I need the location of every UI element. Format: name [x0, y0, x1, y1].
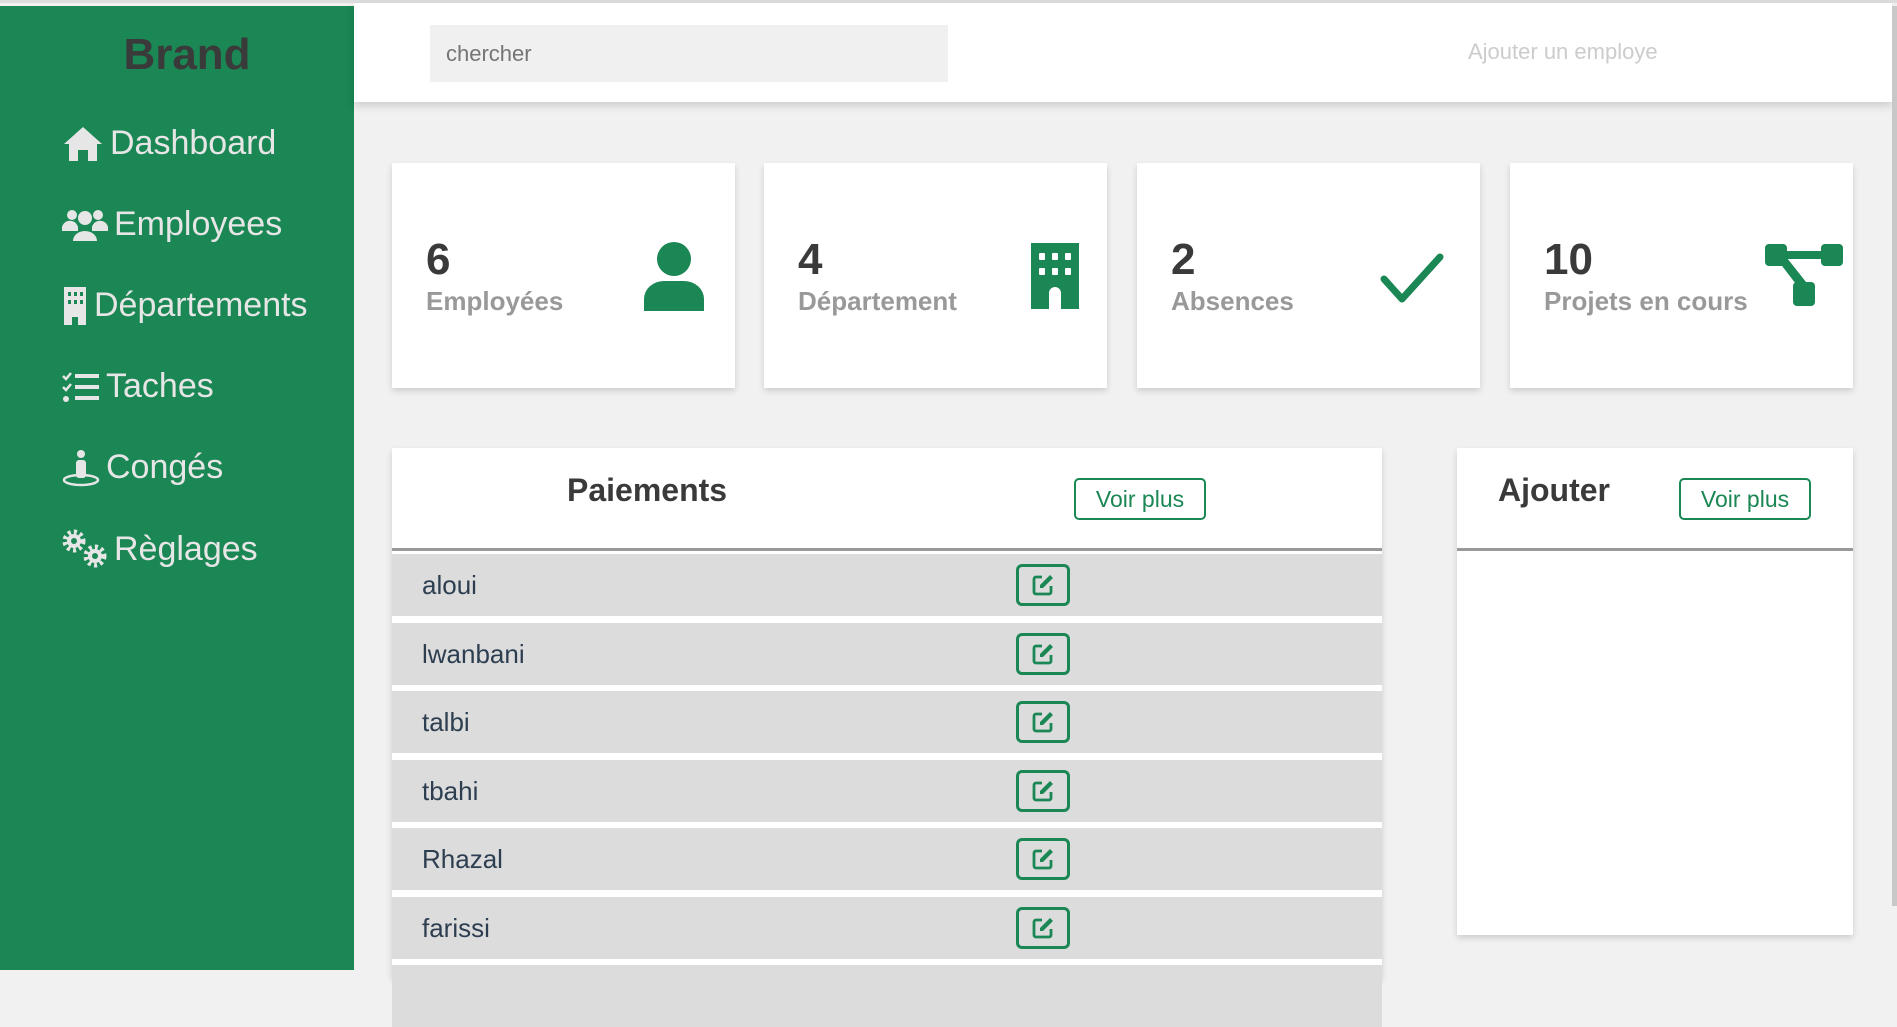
sidebar-item-departements[interactable]: Départements	[62, 286, 308, 325]
employee-name: talbi	[422, 707, 470, 737]
building-icon	[64, 286, 86, 325]
users-icon	[62, 209, 108, 241]
edit-icon	[1032, 849, 1053, 870]
sidebar-item-label: Règlages	[114, 529, 258, 568]
payments-title: Paiements	[567, 472, 728, 508]
stat-card-projets: 10 Projets en cours	[1510, 163, 1853, 388]
edit-button[interactable]	[1016, 564, 1070, 606]
home-icon	[64, 126, 102, 161]
search-input[interactable]	[430, 25, 948, 82]
user-icon	[644, 242, 704, 311]
brand-logo: Brand	[123, 30, 251, 79]
add-panel-header: Ajouter Voir plus	[1457, 448, 1853, 551]
edit-button[interactable]	[1016, 838, 1070, 880]
payment-row: tbahi	[392, 759, 1382, 822]
payments-panel: Paiements Voir plus aloui lwanbani talbi tb…	[392, 448, 1382, 1027]
add-employee-link[interactable]: Ajouter un employe	[1468, 39, 1658, 65]
stat-card-employees: 6 Employées	[392, 163, 735, 388]
payments-header: Paiements Voir plus	[392, 448, 1382, 551]
edit-button[interactable]	[1016, 769, 1070, 812]
scrollbar[interactable]	[1892, 6, 1897, 906]
stat-value: 6	[426, 235, 451, 284]
stat-value: 4	[798, 235, 823, 284]
edit-icon	[1032, 575, 1053, 596]
sidebar-item-label: Congés	[106, 448, 224, 486]
employee-name: Rhazal	[422, 844, 503, 874]
tasks-icon	[62, 371, 99, 402]
sidebar-item-label: Taches	[106, 367, 214, 405]
add-panel-voir-plus-button[interactable]: Voir plus	[1679, 478, 1811, 520]
stat-card-departements: 4 Département	[764, 163, 1107, 388]
sidebar-item-taches[interactable]: Taches	[62, 367, 214, 406]
sidebar-item-dashboard[interactable]: Dashboard	[62, 124, 276, 163]
person-pin-icon	[62, 449, 100, 486]
top-header: Ajouter un employe	[354, 3, 1892, 102]
payment-row: farissi	[392, 896, 1382, 959]
sidebar-item-employees[interactable]: Employees	[62, 205, 282, 244]
edit-icon	[1032, 643, 1053, 664]
stat-card-absences: 2 Absences	[1137, 163, 1480, 388]
sidebar-item-conges[interactable]: Congés	[62, 448, 223, 487]
payment-row: Rhazal	[392, 828, 1382, 890]
stat-label: Département	[798, 286, 957, 316]
stat-label: Projets en cours	[1544, 286, 1748, 316]
edit-button[interactable]	[1016, 632, 1070, 675]
stat-label: Employées	[426, 286, 564, 316]
edit-icon	[1032, 917, 1053, 938]
add-panel: Ajouter Voir plus	[1457, 448, 1853, 935]
stat-value: 10	[1544, 235, 1593, 284]
check-icon	[1380, 253, 1444, 303]
sidebar-item-label: Départements	[94, 286, 308, 324]
payments-voir-plus-button[interactable]: Voir plus	[1074, 478, 1206, 520]
sidebar-item-reglages[interactable]: Règlages	[62, 529, 258, 569]
sidebar-item-label: Employees	[114, 205, 283, 243]
payment-row	[392, 965, 1382, 1027]
gears-icon	[62, 529, 107, 568]
payment-row: talbi	[392, 691, 1382, 753]
payment-row: lwanbani	[392, 622, 1382, 685]
building-icon	[1031, 243, 1079, 309]
add-panel-title: Ajouter	[1498, 472, 1610, 508]
stat-label: Absences	[1171, 286, 1294, 316]
edit-icon	[1032, 712, 1053, 733]
stat-value: 2	[1171, 235, 1196, 284]
project-diagram-icon	[1765, 244, 1843, 306]
payment-row: aloui	[392, 554, 1382, 616]
edit-icon	[1032, 780, 1053, 801]
employee-name: lwanbani	[422, 638, 525, 669]
employee-name: aloui	[422, 570, 477, 600]
sidebar-item-label: Dashboard	[110, 124, 277, 162]
employee-name: tbahi	[422, 775, 479, 806]
employee-name: farissi	[422, 912, 490, 943]
sidebar: Brand Dashboard Employees Départements T…	[0, 6, 354, 970]
edit-button[interactable]	[1016, 701, 1070, 743]
edit-button[interactable]	[1016, 906, 1070, 949]
